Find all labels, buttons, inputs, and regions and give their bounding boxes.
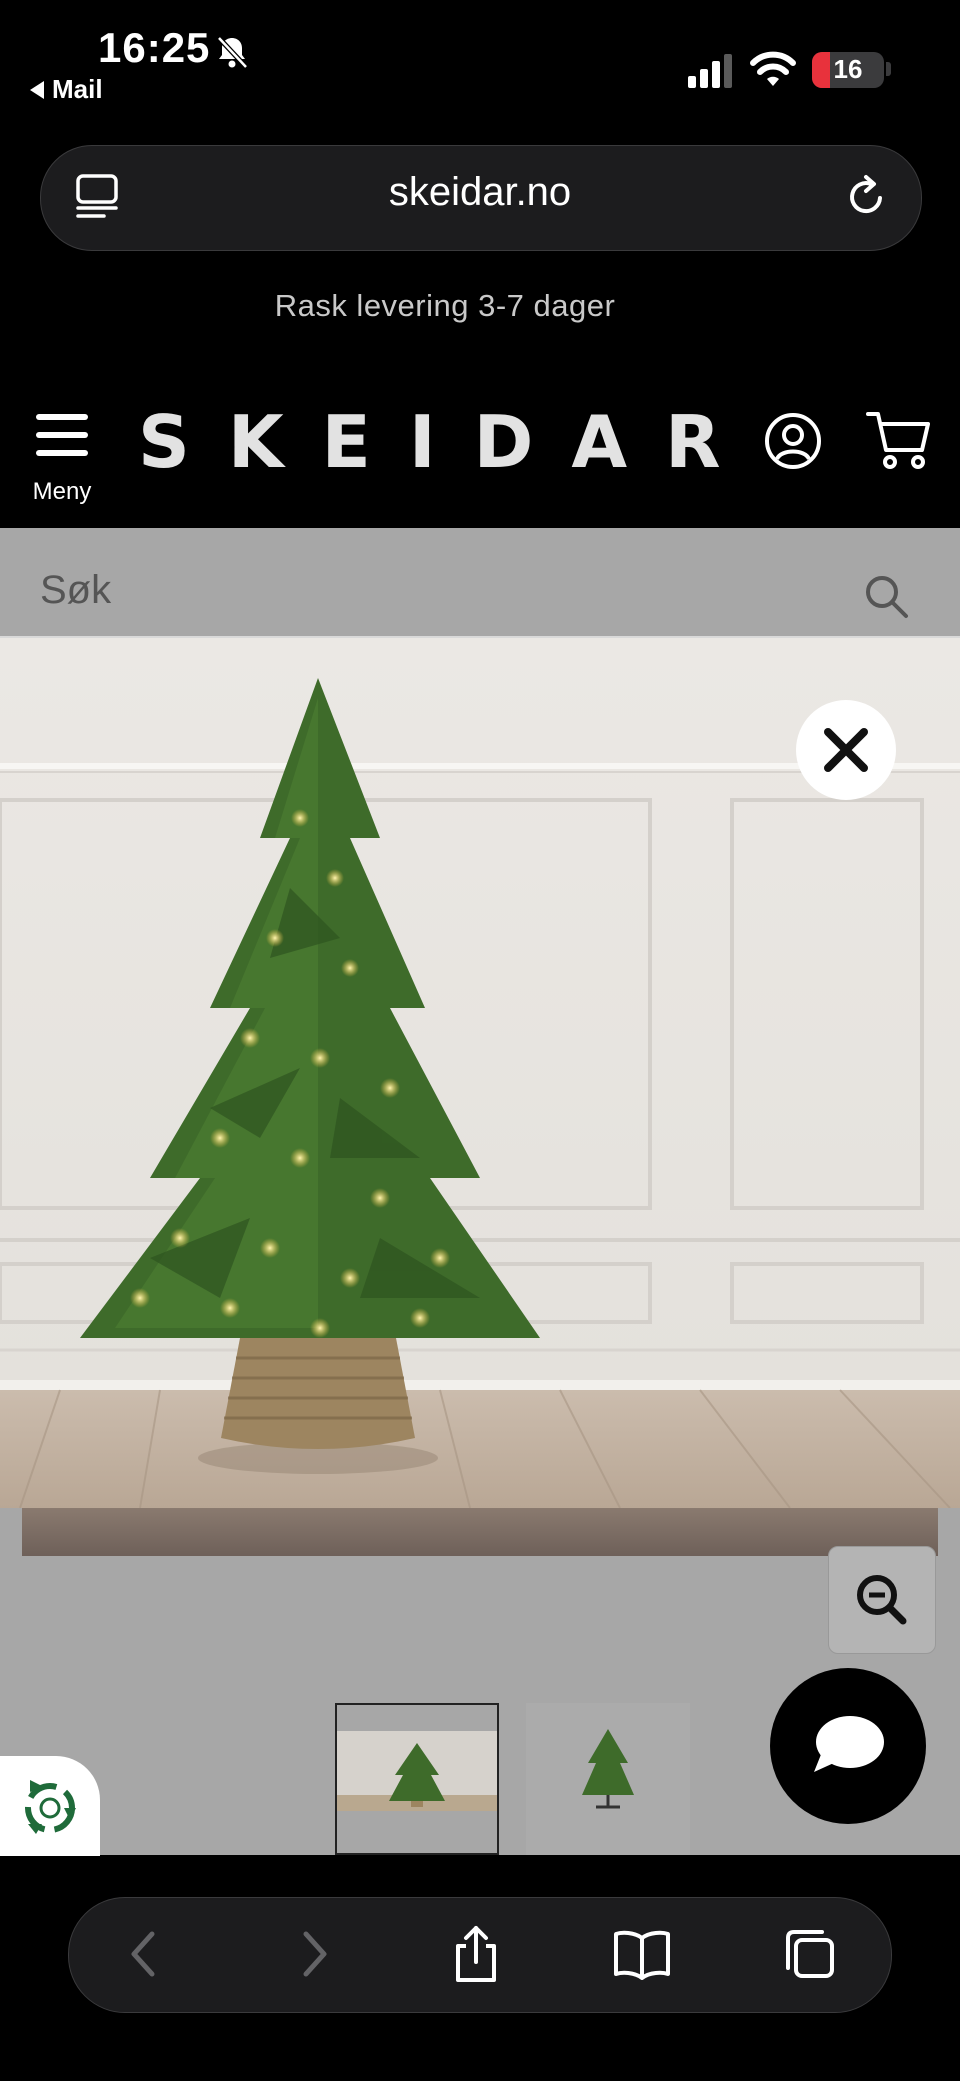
tree-on-stand-thumbnail [582, 1729, 634, 1809]
chat-bubble-icon [814, 1716, 884, 1772]
zoom-out-button[interactable] [828, 1546, 936, 1654]
zoom-out-icon [857, 1575, 907, 1625]
thumbnail-1[interactable] [335, 1703, 499, 1855]
recycle-icon [25, 1780, 76, 1834]
hamburger-icon [36, 414, 88, 420]
tree-in-room-thumbnail [337, 1731, 497, 1811]
bookmarks-icon[interactable] [612, 1924, 672, 1984]
wifi-icon [750, 51, 796, 86]
menu-label: Meny [32, 478, 92, 505]
chat-button[interactable] [770, 1668, 926, 1824]
search-input[interactable]: Søk [40, 568, 111, 613]
site-logo[interactable]: SKEIDAR [138, 400, 759, 484]
signal-icon [688, 54, 732, 88]
close-icon [824, 728, 868, 772]
back-triangle-icon [30, 80, 44, 99]
battery-icon: 16 [812, 52, 884, 88]
reload-icon[interactable] [844, 174, 890, 220]
tabs-icon[interactable] [778, 1924, 838, 1984]
back-icon[interactable] [114, 1924, 174, 1984]
close-button[interactable] [796, 700, 896, 800]
share-icon[interactable] [446, 1924, 506, 1984]
battery-level: 16 [833, 54, 863, 84]
cart-icon[interactable] [866, 410, 932, 472]
search-icon[interactable] [862, 572, 910, 620]
back-app-label: Mail [52, 74, 103, 104]
back-to-mail-link[interactable]: Mail [30, 74, 103, 105]
recycle-button[interactable] [0, 1756, 100, 1856]
image-strip-below [22, 1508, 938, 1556]
battery-tip [886, 62, 891, 76]
bell-slash-icon [217, 36, 248, 69]
search-bar[interactable] [0, 528, 960, 638]
menu-button[interactable]: Meny [28, 410, 96, 510]
forward-icon[interactable] [284, 1924, 344, 1984]
thumbnail-2[interactable] [526, 1703, 690, 1855]
url-text[interactable]: skeidar.no [0, 170, 960, 215]
account-icon[interactable] [764, 412, 822, 470]
promo-banner: Rask levering 3-7 dager [274, 288, 616, 323]
status-time: 16:25 [98, 24, 211, 71]
